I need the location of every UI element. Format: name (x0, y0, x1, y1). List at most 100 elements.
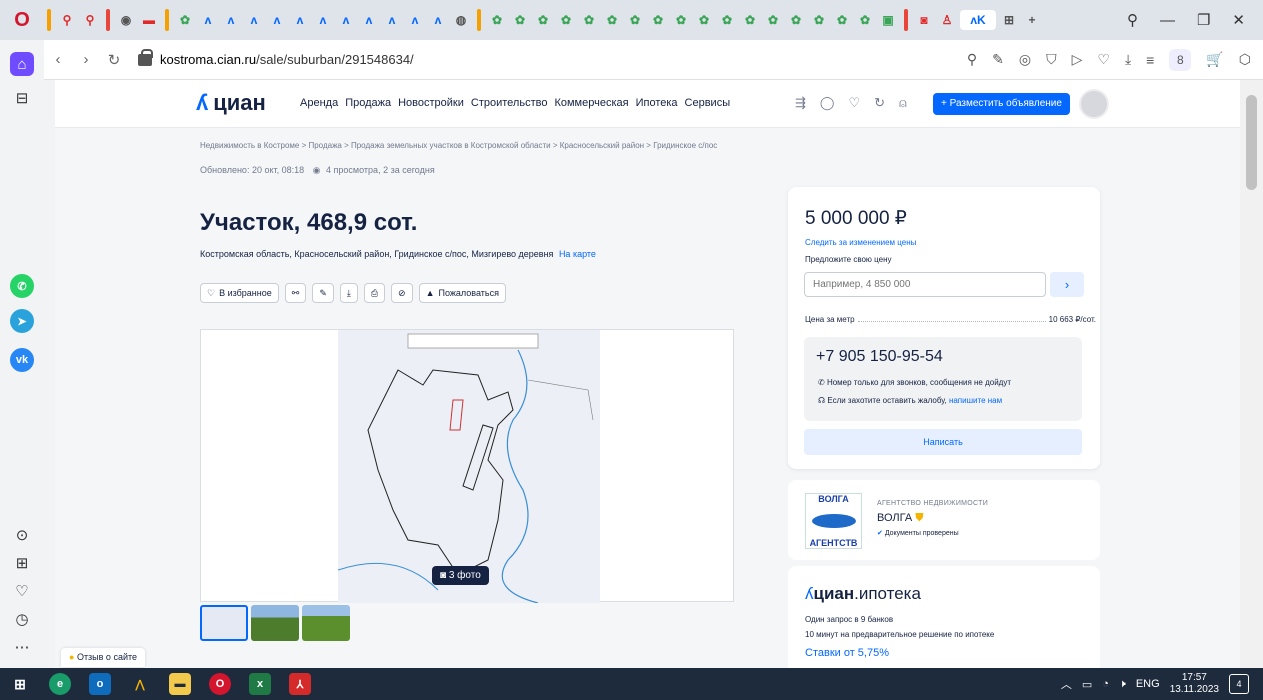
vk-icon[interactable]: vk (10, 348, 34, 372)
offer-submit-button[interactable]: › (1050, 272, 1084, 297)
tab-avito[interactable]: ✿ (694, 10, 714, 30)
tab-avito[interactable]: ✿ (809, 10, 829, 30)
network-icon[interactable]: ▭ (1082, 678, 1092, 691)
maximize-icon[interactable]: ❐ (1197, 11, 1210, 29)
scroll-thumb[interactable] (1246, 95, 1257, 190)
photo-gallery[interactable]: ◙ 3 фото (200, 329, 734, 604)
tab-avito[interactable]: ✿ (671, 10, 691, 30)
tab-avito[interactable]: ✿ (717, 10, 737, 30)
menu-item-mortgage[interactable]: Ипотека (636, 97, 678, 109)
tab-cian[interactable]: ʌ (290, 10, 310, 30)
download-button[interactable]: ⤓ (339, 283, 358, 303)
saved-search-icon[interactable]: ↻ (874, 95, 885, 111)
tab-cian[interactable]: ʌ (382, 10, 402, 30)
tab-site[interactable]: ▬ (139, 10, 159, 30)
download-icon[interactable]: ⤓ (1125, 51, 1131, 68)
search-tabs-icon[interactable]: ⚲ (1127, 11, 1138, 29)
reload-icon[interactable]: ↻ (100, 51, 128, 69)
menu-item-commercial[interactable]: Коммерческая (554, 97, 628, 109)
post-ad-button[interactable]: + Разместить объявление (933, 93, 1070, 115)
tab-site[interactable]: ♙ (937, 10, 957, 30)
opera-logo-icon[interactable]: O (0, 0, 44, 40)
forward-icon[interactable]: › (72, 51, 100, 68)
mortgage-card[interactable]: ʎциан.ипотека Один запрос в 9 банков 10 … (788, 566, 1100, 668)
new-tab-icon[interactable]: + (1022, 10, 1042, 30)
file-explorer-icon[interactable]: ▬ (169, 673, 191, 695)
complain-button[interactable]: ▲ Пожаловаться (418, 283, 506, 303)
note-button[interactable]: ✎ (312, 283, 334, 303)
close-icon[interactable]: ✕ (1232, 11, 1245, 29)
tab-avito[interactable]: ✿ (556, 10, 576, 30)
send-icon[interactable]: ▷ (1072, 51, 1083, 68)
tab-avito[interactable]: ✿ (175, 10, 195, 30)
mortgage-rate-link[interactable]: Ставки от 5,75% (805, 647, 889, 659)
bell-icon[interactable]: ⍝ (899, 95, 907, 111)
favorites-icon[interactable]: ♡ (10, 579, 34, 603)
url-field[interactable]: kostroma.cian.ru/sale/suburban/291548634… (160, 52, 967, 67)
tab-cian[interactable]: ʌ (359, 10, 379, 30)
follow-price-link[interactable]: Следить за изменением цены (805, 238, 916, 247)
chat-icon[interactable]: ◯ (820, 95, 835, 111)
tab-cian[interactable]: ʌ (244, 10, 264, 30)
avatar[interactable] (1079, 89, 1109, 119)
tab-cian[interactable]: ʌ (405, 10, 425, 30)
tab-avito[interactable]: ✿ (763, 10, 783, 30)
menu-icon[interactable]: ≡ (1146, 52, 1154, 68)
print-button[interactable]: ⎙ (363, 283, 386, 303)
agency-name[interactable]: ВОЛГА ⛊ (877, 512, 924, 525)
tab-cian[interactable]: ʌ (267, 10, 287, 30)
cart-icon[interactable]: 🛒 (1206, 51, 1223, 68)
apps-grid-icon[interactable]: ⊞ (10, 551, 34, 575)
menu-item-sale[interactable]: Продажа (345, 97, 391, 109)
tab-cian[interactable]: ʌ (313, 10, 333, 30)
player-icon[interactable]: ⊙ (10, 523, 34, 547)
feedback-button[interactable]: ● Отзыв о сайте (61, 648, 146, 667)
home-icon[interactable]: ⌂ (10, 52, 34, 76)
shield-icon[interactable]: ⛉ (1046, 51, 1057, 68)
minimize-icon[interactable]: — (1160, 12, 1175, 29)
language-indicator[interactable]: ENG (1136, 678, 1160, 690)
favorite-button[interactable]: ♡ В избранное (200, 283, 279, 303)
tab-avito[interactable]: ✿ (832, 10, 852, 30)
briefcase-icon[interactable]: ⊟ (10, 86, 34, 110)
outlook-icon[interactable]: o (89, 673, 111, 695)
tab-avito[interactable]: ✿ (625, 10, 645, 30)
page-scrollbar[interactable] (1240, 80, 1263, 668)
favorites-icon[interactable]: ♡ (848, 95, 860, 111)
map-link[interactable]: На карте (559, 249, 596, 259)
tab-avito[interactable]: ✿ (487, 10, 507, 30)
tab-site[interactable]: ◙ (914, 10, 934, 30)
tab-avito[interactable]: ✿ (602, 10, 622, 30)
tab-maps[interactable]: ⚲ (57, 10, 77, 30)
cian-logo[interactable]: ʎ циан (196, 90, 266, 116)
heart-icon[interactable]: ♡ (1097, 51, 1110, 68)
phone-number[interactable]: +7 905 150-95-54 (816, 348, 943, 366)
tab-avito[interactable]: ✿ (855, 10, 875, 30)
offer-price-input[interactable] (804, 272, 1046, 297)
menu-item-rent[interactable]: Аренда (300, 97, 338, 109)
menu-item-construction[interactable]: Строительство (471, 97, 548, 109)
tab-site[interactable]: ▣ (878, 10, 898, 30)
tab-grid-icon[interactable]: ⊞ (999, 10, 1019, 30)
app-icon[interactable]: ⋀ (129, 673, 151, 695)
wifi-icon[interactable]: ◔ (1102, 678, 1109, 690)
tab-cian[interactable]: ʌ (428, 10, 448, 30)
tab-avito[interactable]: ✿ (510, 10, 530, 30)
photo-count-badge[interactable]: ◙ 3 фото (432, 566, 489, 585)
tab-maps[interactable]: ⚲ (80, 10, 100, 30)
tab-avito[interactable]: ✿ (533, 10, 553, 30)
menu-item-new-buildings[interactable]: Новостройки (398, 97, 464, 109)
more-icon[interactable]: ⋯ (10, 635, 34, 659)
whatsapp-icon[interactable]: ✆ (10, 274, 34, 298)
opera-taskbar-icon[interactable]: O (209, 673, 231, 695)
write-us-link[interactable]: напишите нам (949, 396, 1002, 405)
volume-icon[interactable]: 🕨 (1119, 678, 1126, 691)
notification-center[interactable]: 4 (1229, 674, 1249, 694)
tray-chevron-icon[interactable]: ︿ (1061, 676, 1072, 692)
excel-icon[interactable]: x (249, 673, 271, 695)
camera-icon[interactable]: ◎ (1019, 51, 1031, 68)
clock[interactable]: 17:57 13.11.2023 (1170, 672, 1219, 696)
hide-button[interactable]: ⊘ (391, 283, 413, 303)
thumbnail-plan[interactable] (200, 605, 248, 641)
tab-cian[interactable]: ʌ (336, 10, 356, 30)
